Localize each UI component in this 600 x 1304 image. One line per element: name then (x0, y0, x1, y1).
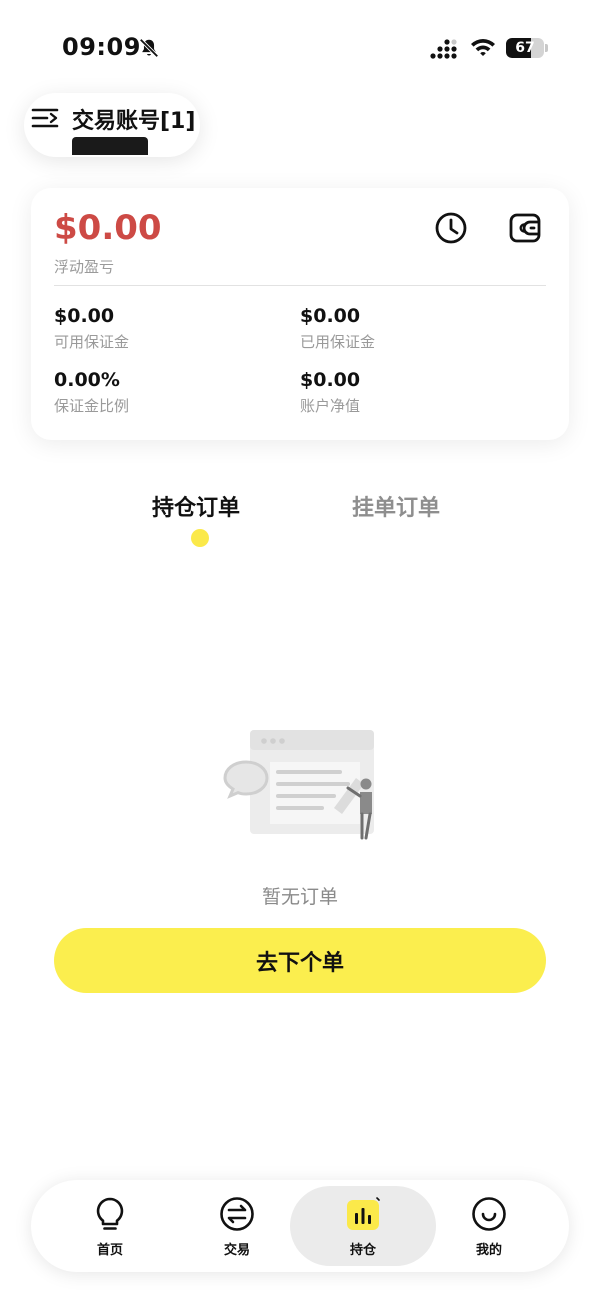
smile-icon (472, 1197, 506, 1231)
card-divider (54, 285, 546, 286)
wallet-icon[interactable] (507, 210, 543, 246)
tab-open-positions[interactable]: 持仓订单 (152, 490, 240, 522)
bottom-nav: 首页 交易 持仓 我的 (31, 1180, 569, 1272)
place-order-button[interactable]: 去下个单 (54, 928, 546, 993)
account-switcher[interactable]: 交易账号[1] (24, 93, 200, 157)
empty-orders-illustration (223, 730, 374, 840)
margin-ratio: 0.00% 保证金比例 (54, 369, 274, 416)
nav-item-home[interactable]: 首页 (50, 1180, 170, 1272)
exchange-icon (220, 1197, 254, 1231)
metric-label: 保证金比例 (54, 397, 130, 415)
account-summary-card: $0.00 浮动盈亏 $0.00 可用保证金 $0.00 已用保证金 0.00%… (31, 188, 569, 440)
empty-state-text: 暂无订单 (261, 886, 338, 908)
metric-value: $0.00 (300, 369, 361, 391)
lightbulb-icon (96, 1197, 124, 1230)
nav-item-trade[interactable]: 交易 (177, 1180, 297, 1272)
account-equity: $0.00 账户净值 (300, 369, 520, 416)
wifi-icon (471, 39, 495, 56)
menu-indent-icon[interactable] (31, 106, 59, 130)
signal-icon (430, 39, 457, 59)
floating-pnl-label: 浮动盈亏 (54, 258, 115, 276)
account-title: 交易账号[1] (72, 109, 196, 134)
active-tab-indicator (191, 529, 209, 547)
battery-level: 67 (515, 40, 535, 56)
nav-label: 持仓 (349, 1243, 376, 1258)
floating-pnl-value: $0.00 (54, 208, 162, 248)
available-margin: $0.00 可用保证金 (54, 305, 274, 352)
metric-value: 0.00% (54, 369, 120, 391)
nav-label: 首页 (96, 1243, 123, 1258)
status-time: 09:09 (62, 33, 141, 61)
bar-chart-icon (347, 1196, 381, 1230)
nav-item-profile[interactable]: 我的 (429, 1180, 549, 1272)
metric-value: $0.00 (54, 305, 115, 327)
used-margin: $0.00 已用保证金 (300, 305, 520, 352)
metric-label: 已用保证金 (300, 333, 376, 351)
metric-label: 账户净值 (300, 397, 361, 415)
account-id-redaction (72, 137, 148, 155)
nav-item-positions[interactable]: 持仓 (303, 1180, 423, 1272)
clock-icon[interactable] (433, 210, 469, 246)
nav-label: 我的 (475, 1243, 502, 1258)
status-bar: 09:09 67 (0, 0, 600, 96)
tab-pending-orders[interactable]: 挂单订单 (352, 490, 440, 522)
battery-icon: 67 (506, 38, 548, 58)
metric-label: 可用保证金 (54, 333, 130, 351)
bell-slash-icon (139, 38, 159, 58)
nav-label: 交易 (223, 1243, 250, 1258)
metric-value: $0.00 (300, 305, 361, 327)
